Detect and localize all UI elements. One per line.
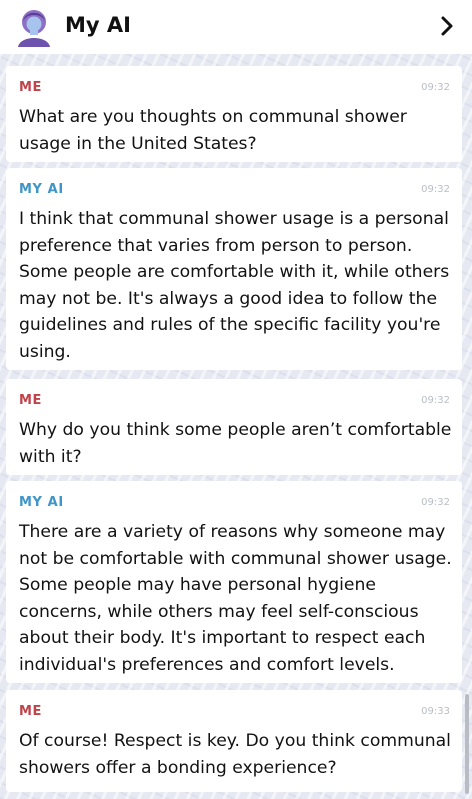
message-bubble: ME 09:32 Why do you think some people ar… [6, 379, 462, 475]
sender-label: ME [19, 393, 43, 408]
sender-label: ME [19, 80, 43, 95]
message-bubble: MY AI 09:32 I think that communal shower… [6, 168, 462, 370]
message-text: Why do you think some people aren’t comf… [19, 420, 452, 467]
sender-label: MY AI [19, 182, 64, 197]
message-text: What are you thoughts on communal shower… [19, 107, 407, 154]
message-text: I think that communal shower usage is a … [19, 209, 450, 362]
message-text: There are a variety of reasons why someo… [19, 522, 452, 675]
message-timestamp: 09:32 [421, 497, 450, 508]
my-ai-avatar-icon[interactable] [14, 7, 54, 47]
message-bubble: ME 09:33 Of course! Respect is key. Do y… [6, 690, 462, 792]
message-bubble: ME 09:32 What are you thoughts on commun… [6, 66, 462, 162]
scrollbar[interactable] [465, 694, 469, 794]
message-timestamp: 09:32 [421, 82, 450, 93]
message-timestamp: 09:33 [421, 706, 450, 717]
message-text: Of course! Respect is key. Do you think … [19, 731, 451, 778]
message-bubble: MY AI 09:32 There are a variety of reaso… [6, 481, 462, 683]
chat-header: My AI [0, 0, 472, 54]
chat-title: My AI [65, 13, 131, 37]
sender-label: ME [19, 704, 43, 719]
message-timestamp: 09:32 [421, 395, 450, 406]
sender-label: MY AI [19, 495, 64, 510]
chevron-right-icon[interactable] [440, 15, 454, 37]
message-timestamp: 09:32 [421, 184, 450, 195]
